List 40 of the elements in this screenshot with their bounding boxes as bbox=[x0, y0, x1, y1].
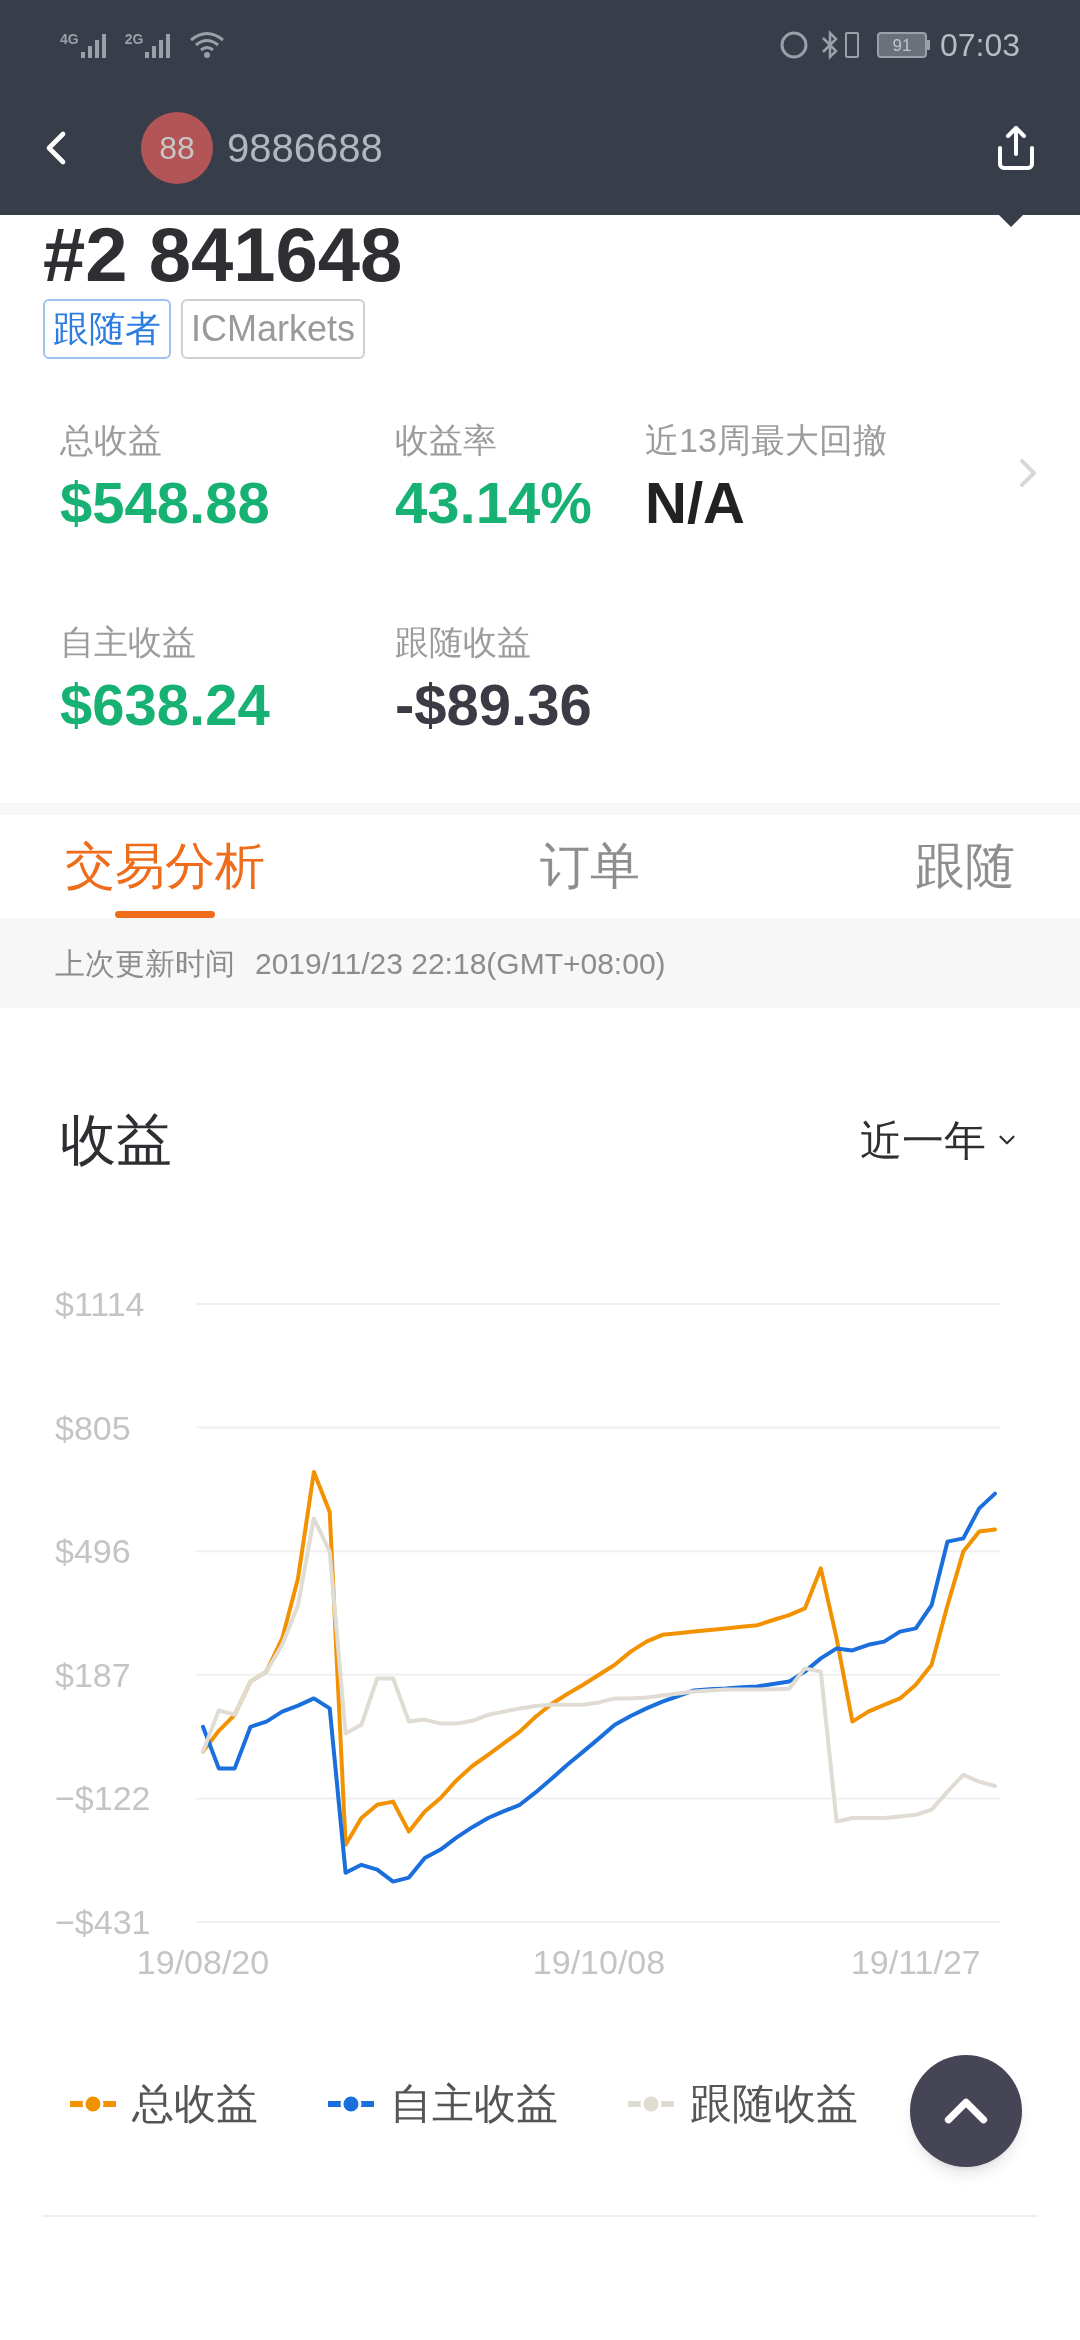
avatar: 88 bbox=[141, 111, 213, 184]
period-dropdown[interactable]: 近一年 bbox=[860, 1108, 1020, 1172]
stat-label: 自主收益 bbox=[60, 622, 197, 663]
update-time: 2019/11/23 22:18(GMT+08:00) bbox=[255, 945, 666, 982]
x-axis-label: 19/10/08 bbox=[532, 1943, 666, 1981]
tab[interactable]: 交易分析 bbox=[40, 815, 290, 918]
stat-label: 跟随收益 bbox=[395, 622, 532, 663]
wifi-icon bbox=[189, 31, 226, 59]
y-axis-label: $805 bbox=[55, 1408, 131, 1447]
x-axis-label: 19/11/27 bbox=[850, 1943, 981, 1981]
network-label: 2G bbox=[124, 32, 144, 46]
account-title: #2 841648 bbox=[43, 215, 403, 295]
tab[interactable]: 订单 bbox=[515, 815, 665, 918]
stat-label: 总收益 bbox=[60, 420, 163, 461]
stat-label: 近13周最大回撤 bbox=[645, 420, 888, 461]
stat-label: 收益率 bbox=[395, 420, 498, 461]
network-label: 4G bbox=[60, 32, 79, 46]
update-label: 上次更新时间 bbox=[55, 945, 235, 982]
stat-value: $638.24 bbox=[60, 671, 271, 739]
stat-value: $548.88 bbox=[60, 469, 271, 537]
section-title: 收益 bbox=[60, 1107, 172, 1173]
y-axis-label: −$122 bbox=[55, 1779, 151, 1818]
stat-value: 43.14% bbox=[395, 469, 593, 537]
stat-value: -$89.36 bbox=[395, 671, 593, 739]
y-axis-label: −$431 bbox=[55, 1903, 151, 1941]
legend-label: 自主收益 bbox=[390, 2079, 558, 2129]
y-axis-label: $187 bbox=[55, 1655, 131, 1694]
y-axis-label: $1114 bbox=[55, 1285, 145, 1323]
account-tag: ICMarkets bbox=[181, 299, 366, 359]
battery-level: 91 bbox=[876, 32, 927, 58]
account-tag: 跟随者 bbox=[43, 299, 171, 359]
legend-label: 跟随收益 bbox=[690, 2079, 858, 2129]
tab[interactable]: 跟随 bbox=[890, 815, 1040, 918]
y-axis-label: $496 bbox=[55, 1532, 131, 1571]
legend-label: 总收益 bbox=[132, 2079, 258, 2129]
stat-value: N/A bbox=[645, 469, 746, 537]
x-axis-label: 19/08/20 bbox=[136, 1943, 270, 1981]
clock: 07:03 bbox=[939, 26, 1020, 65]
vibrate-icon bbox=[844, 32, 859, 58]
account-name: 9886688 bbox=[227, 124, 383, 172]
